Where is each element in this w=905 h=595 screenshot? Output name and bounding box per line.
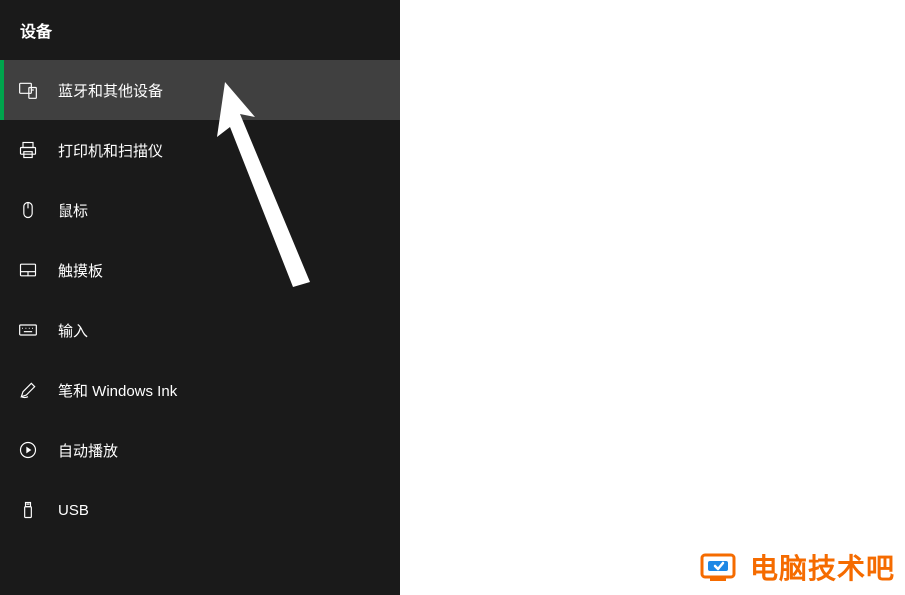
autoplay-icon bbox=[18, 440, 38, 460]
sidebar-header: 设备 bbox=[0, 0, 400, 60]
sidebar-item-autoplay[interactable]: 自动播放 bbox=[0, 420, 400, 480]
sidebar-item-label: 鼠标 bbox=[58, 200, 88, 221]
sidebar-item-touchpad[interactable]: 触摸板 bbox=[0, 240, 400, 300]
sidebar-item-typing[interactable]: 输入 bbox=[0, 300, 400, 360]
settings-sidebar: 设备 蓝牙和其他设备 打印机和扫描仪 bbox=[0, 0, 400, 595]
watermark-logo-icon bbox=[700, 549, 744, 585]
sidebar-item-label: USB bbox=[58, 502, 89, 519]
sidebar-item-label: 触摸板 bbox=[58, 260, 103, 281]
mouse-icon bbox=[18, 200, 38, 220]
pen-icon bbox=[18, 380, 38, 400]
sidebar-item-label: 输入 bbox=[58, 320, 88, 341]
watermark: 电脑技术吧 bbox=[700, 547, 895, 587]
watermark-text: 电脑技术吧 bbox=[750, 547, 895, 587]
content-area bbox=[400, 0, 905, 595]
sidebar-item-usb[interactable]: USB bbox=[0, 480, 400, 540]
touchpad-icon bbox=[18, 260, 38, 280]
usb-icon bbox=[18, 500, 38, 520]
sidebar-item-label: 自动播放 bbox=[58, 440, 118, 461]
sidebar-item-label: 笔和 Windows Ink bbox=[58, 380, 177, 401]
sidebar-item-bluetooth[interactable]: 蓝牙和其他设备 bbox=[0, 60, 400, 120]
keyboard-icon bbox=[18, 320, 38, 340]
sidebar-item-printers[interactable]: 打印机和扫描仪 bbox=[0, 120, 400, 180]
sidebar-items: 蓝牙和其他设备 打印机和扫描仪 鼠标 bbox=[0, 60, 400, 540]
sidebar-item-mouse[interactable]: 鼠标 bbox=[0, 180, 400, 240]
sidebar-item-label: 打印机和扫描仪 bbox=[58, 140, 163, 161]
printer-icon bbox=[18, 140, 38, 160]
sidebar-item-label: 蓝牙和其他设备 bbox=[58, 80, 163, 101]
sidebar-item-pen[interactable]: 笔和 Windows Ink bbox=[0, 360, 400, 420]
devices-icon bbox=[18, 80, 38, 100]
